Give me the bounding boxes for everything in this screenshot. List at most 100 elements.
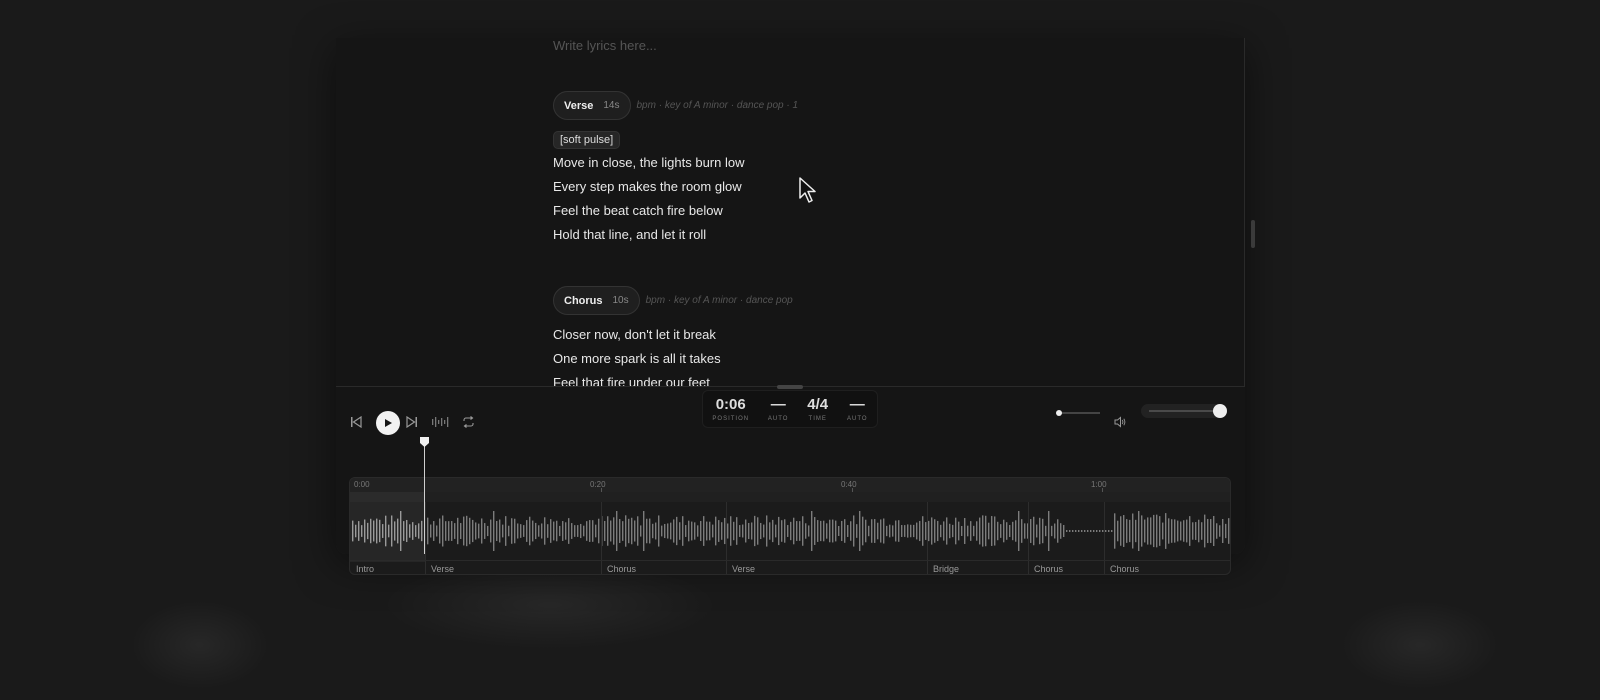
waveform-bar: [430, 524, 432, 538]
waveform-bar: [562, 521, 564, 541]
lyric-line[interactable]: Hold that line, and let it roll: [553, 227, 706, 242]
waveform-bar: [868, 525, 870, 537]
waveform-bar: [580, 523, 582, 539]
lyric-line[interactable]: One more spark is all it takes: [553, 351, 721, 366]
skip-forward-icon[interactable]: [404, 414, 420, 430]
waveform-bar: [547, 524, 549, 538]
waveform-bar: [472, 519, 474, 543]
waveform-bar: [628, 518, 630, 544]
resize-handle[interactable]: [777, 385, 803, 389]
waveform-bar: [436, 525, 438, 537]
waveform-bar: [1075, 530, 1077, 532]
segment-chorus[interactable]: Chorus: [1110, 564, 1139, 574]
waveform-bar: [946, 517, 948, 545]
lyric-line[interactable]: Move in close, the lights burn low: [553, 155, 744, 170]
waveform-bar: [991, 516, 993, 546]
lyric-line[interactable]: Closer now, don't let it break: [553, 327, 716, 342]
waveform-bar: [817, 520, 819, 542]
waveform[interactable]: [350, 502, 1231, 560]
waveform-bar: [613, 517, 615, 545]
waveform-bar: [496, 520, 498, 542]
volume-knob[interactable]: [1213, 404, 1227, 418]
waveform-bar: [634, 520, 636, 542]
waveform-bar: [763, 524, 765, 538]
waveform-bar: [964, 518, 966, 544]
time-signature-value: 4/4: [807, 396, 829, 413]
lyrics-editor[interactable]: Write lyrics here... Verse 14s bpm · key…: [336, 38, 1245, 386]
skip-back-icon[interactable]: [348, 414, 364, 430]
time-signature-display[interactable]: 4/4 TIME: [807, 396, 828, 422]
waveform-bar: [610, 520, 612, 542]
waveform-bar: [1000, 524, 1002, 538]
waveform-bar: [1039, 517, 1041, 545]
position-display[interactable]: 0:06 POSITION: [712, 396, 749, 422]
scrollbar-thumb[interactable]: [1251, 220, 1255, 248]
waveform-bar: [901, 525, 903, 537]
waveform-bar: [802, 516, 804, 546]
segment-intro[interactable]: Intro: [356, 564, 374, 574]
waveform-bar: [919, 520, 921, 542]
lyric-line[interactable]: Every step makes the room glow: [553, 179, 742, 194]
waveform-bar: [1036, 524, 1038, 538]
waveform-bar: [682, 516, 684, 546]
waveform-bar: [604, 520, 606, 542]
waveform-bar: [889, 524, 891, 538]
slider-knob[interactable]: [1056, 410, 1062, 416]
waveform-bar: [481, 518, 483, 544]
waveform-bar: [862, 516, 864, 546]
playhead[interactable]: [424, 440, 425, 554]
waveform-bar: [667, 523, 669, 539]
waveform-bar: [523, 525, 525, 537]
auto-display[interactable]: — AUTO: [768, 396, 789, 422]
waveform-bar: [718, 520, 720, 542]
timeline-ruler[interactable]: 0:00 0:20 0:40 1:00: [350, 478, 1230, 494]
waveform-bar: [760, 522, 762, 540]
waveform-bar: [385, 515, 387, 547]
tempo-value: —: [849, 396, 865, 413]
waveform-bar: [625, 515, 627, 547]
play-button[interactable]: [376, 411, 400, 435]
waveform-bar: [916, 522, 918, 540]
waveform-bar: [607, 516, 609, 546]
waveform-bar: [907, 524, 909, 538]
waveform-bar: [748, 522, 750, 540]
section-pill-chorus[interactable]: Chorus 10s: [553, 286, 640, 315]
segment-chorus[interactable]: Chorus: [607, 564, 636, 574]
background-glow: [130, 600, 270, 690]
waveform-bar: [808, 525, 810, 537]
secondary-slider[interactable]: [1056, 410, 1100, 416]
style-tag[interactable]: [soft pulse]: [553, 131, 621, 149]
speaker-icon[interactable]: [1112, 414, 1128, 430]
waveform-bar: [637, 516, 639, 546]
waveform-bar: [970, 521, 972, 541]
lyrics-placeholder[interactable]: Write lyrics here...: [553, 38, 657, 53]
waveform-bar: [541, 523, 543, 539]
timeline[interactable]: 0:00 0:20 0:40 1:00 Intro Verse Chorus V…: [349, 477, 1231, 575]
waveform-bar: [955, 517, 957, 545]
tempo-display[interactable]: — AUTO: [847, 396, 868, 422]
lyric-line[interactable]: Feel the beat catch fire below: [553, 203, 723, 218]
section-pill-verse[interactable]: Verse 14s: [553, 91, 631, 120]
waveform-bar: [1060, 523, 1062, 539]
waveform-bar: [463, 516, 465, 546]
volume-slider[interactable]: [1141, 404, 1227, 418]
waveform-icon[interactable]: [430, 414, 452, 430]
lyric-line[interactable]: Feel that fire under our feet: [553, 375, 710, 386]
waveform-bar: [406, 519, 408, 543]
waveform-bar: [409, 524, 411, 538]
waveform-bar: [1105, 530, 1107, 532]
segment-chorus[interactable]: Chorus: [1034, 564, 1063, 574]
segment-bridge[interactable]: Bridge: [933, 564, 959, 574]
segment-verse[interactable]: Verse: [732, 564, 755, 574]
loop-icon[interactable]: [460, 414, 476, 430]
waveform-bar: [1030, 519, 1032, 543]
waveform-bar: [742, 524, 744, 538]
waveform-bar: [1189, 516, 1191, 546]
waveform-bar: [1150, 517, 1152, 545]
waveform-bar: [1168, 518, 1170, 544]
waveform-bar: [1162, 522, 1164, 540]
segment-verse[interactable]: Verse: [431, 564, 454, 574]
waveform-bar: [448, 521, 450, 541]
waveform-bar: [1225, 523, 1227, 539]
waveform-bar: [847, 525, 849, 537]
